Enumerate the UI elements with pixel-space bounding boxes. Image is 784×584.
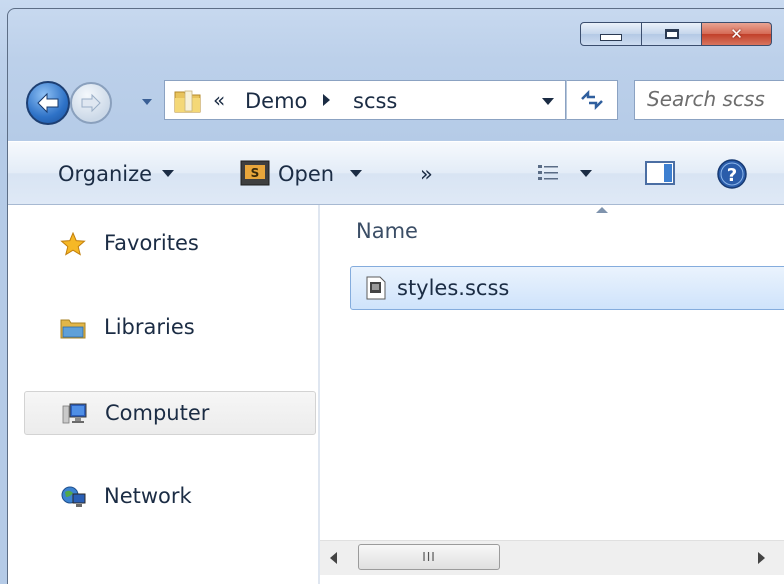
- address-segment-demo[interactable]: Demo: [245, 89, 307, 113]
- organize-button[interactable]: Organize: [58, 162, 175, 186]
- open-label: Open: [278, 162, 335, 186]
- view-details-icon: [538, 165, 558, 180]
- command-bar: Organize S Open » ?: [8, 141, 784, 205]
- nav-item-network[interactable]: Network: [24, 475, 316, 519]
- organize-label: Organize: [58, 162, 153, 186]
- file-icon: [366, 276, 386, 300]
- file-item-styles-scss[interactable]: styles.scss: [350, 266, 784, 310]
- caption-buttons: ✕: [580, 22, 772, 46]
- organize-dropdown-icon: [162, 170, 175, 177]
- chevron-down-icon: [142, 99, 152, 105]
- nav-item-libraries[interactable]: Libraries: [24, 306, 316, 350]
- close-icon: ✕: [730, 24, 743, 43]
- maximize-button[interactable]: [642, 22, 702, 46]
- folder-icon: [174, 90, 201, 113]
- nav-item-label: Favorites: [104, 231, 199, 255]
- star-icon: [60, 232, 86, 256]
- scroll-grip-icon: III: [422, 550, 436, 564]
- open-button[interactable]: S Open: [240, 160, 363, 186]
- minimize-button[interactable]: [580, 22, 642, 46]
- refresh-button[interactable]: [566, 80, 618, 120]
- file-name: styles.scss: [397, 276, 510, 300]
- address-bar[interactable]: « Demo scss: [164, 80, 566, 120]
- preview-pane-button[interactable]: [644, 161, 676, 186]
- scroll-left-arrow[interactable]: [330, 552, 337, 564]
- back-arrow-icon: [37, 92, 59, 114]
- view-dropdown-icon: [580, 170, 592, 177]
- maximize-icon: [664, 29, 679, 39]
- libraries-icon: [60, 319, 86, 339]
- svg-text:?: ?: [727, 165, 737, 186]
- horizontal-scrollbar[interactable]: III: [320, 540, 784, 575]
- minimize-icon: [600, 33, 622, 41]
- nav-item-favorites[interactable]: Favorites: [24, 222, 316, 266]
- forward-arrow-icon: [81, 93, 101, 113]
- back-button[interactable]: [26, 81, 70, 125]
- open-dropdown-icon: [350, 170, 363, 177]
- preview-pane-icon: [645, 161, 675, 185]
- address-separator-arrow[interactable]: [323, 94, 330, 106]
- computer-icon: [62, 403, 87, 424]
- help-icon: ?: [717, 159, 747, 189]
- nav-item-label: Libraries: [104, 315, 195, 339]
- forward-button[interactable]: [70, 82, 112, 124]
- search-input[interactable]: [647, 87, 784, 111]
- address-overflow-chevron[interactable]: «: [213, 88, 225, 112]
- change-view-button[interactable]: [536, 162, 592, 186]
- search-box[interactable]: [634, 80, 784, 120]
- sublime-text-icon: S: [240, 160, 270, 186]
- more-commands-icon: »: [420, 162, 433, 186]
- navigation-pane: Favorites Libraries Computer Network: [8, 205, 320, 584]
- nav-item-computer[interactable]: Computer: [24, 391, 316, 435]
- nav-item-label: Computer: [105, 401, 210, 425]
- recent-pages-dropdown[interactable]: [140, 95, 154, 109]
- nav-item-label: Network: [104, 484, 192, 508]
- address-history-dropdown[interactable]: [542, 98, 554, 105]
- sort-ascending-icon: [596, 207, 608, 213]
- file-list-pane: Name styles.scss: [320, 205, 784, 584]
- more-commands-button[interactable]: »: [420, 162, 433, 186]
- column-header-name[interactable]: Name: [356, 219, 418, 243]
- help-button[interactable]: ?: [716, 158, 748, 195]
- refresh-icon: [581, 90, 603, 110]
- scroll-right-arrow[interactable]: [758, 552, 765, 564]
- explorer-window: ✕ « Demo scss Search scss Organize S Ope…: [0, 0, 784, 584]
- address-segment-scss[interactable]: scss: [353, 89, 397, 113]
- scroll-thumb[interactable]: III: [358, 544, 500, 570]
- svg-text:S: S: [251, 166, 260, 180]
- close-button[interactable]: ✕: [702, 22, 772, 46]
- network-icon: [61, 486, 86, 507]
